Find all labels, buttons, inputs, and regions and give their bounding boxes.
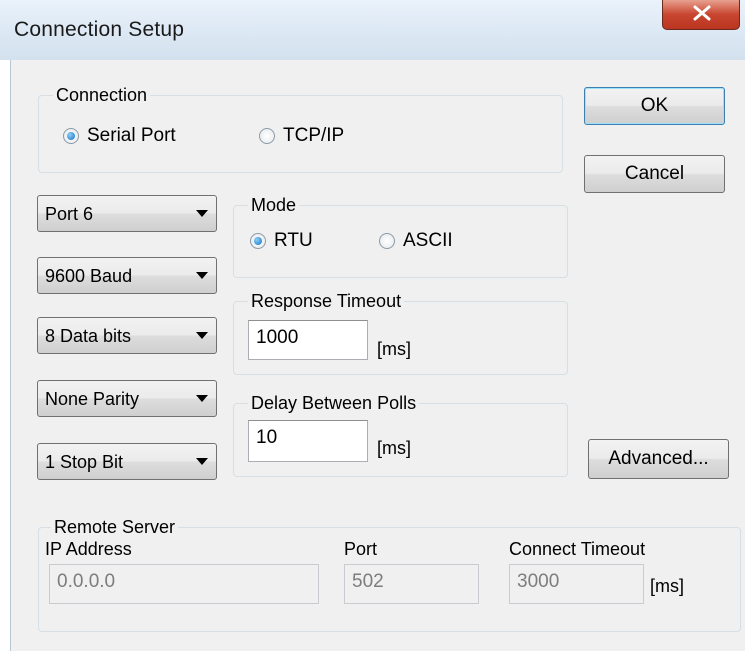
rtu-radio-indicator (250, 233, 266, 249)
serial-port-radio[interactable]: Serial Port (63, 125, 176, 147)
title-bar: Connection Setup (0, 0, 745, 60)
chevron-down-icon (196, 395, 208, 402)
tcp-ip-radio-indicator (259, 128, 275, 144)
ascii-radio-indicator (379, 233, 395, 249)
connect-timeout-label: Connect Timeout (509, 539, 646, 559)
serial-port-label: Serial Port (87, 125, 176, 146)
port-select[interactable]: Port 6 (37, 195, 217, 232)
delay-between-polls-group: Delay Between Polls 10 [ms] (233, 393, 568, 477)
rtu-label: RTU (274, 230, 313, 251)
ascii-radio[interactable]: ASCII (379, 230, 453, 252)
response-timeout-legend: Response Timeout (248, 291, 405, 311)
chevron-down-icon (196, 332, 208, 339)
response-timeout-unit: [ms] (377, 339, 411, 359)
stop-bits-select[interactable]: 1 Stop Bit (37, 443, 217, 480)
mode-group: Mode RTU ASCII (233, 195, 568, 278)
baud-select-value: 9600 Baud (45, 266, 133, 286)
data-bits-select-value: 8 Data bits (45, 326, 132, 346)
baud-select[interactable]: 9600 Baud (37, 257, 217, 294)
dialog-body: Connection Serial Port TCP/IP OK Cancel … (10, 60, 745, 651)
ip-address-input[interactable]: 0.0.0.0 (49, 564, 319, 604)
tcp-ip-radio[interactable]: TCP/IP (259, 125, 344, 147)
response-timeout-input[interactable]: 1000 (248, 320, 368, 360)
response-timeout-group: Response Timeout 1000 [ms] (233, 291, 568, 375)
cancel-button[interactable]: Cancel (584, 155, 725, 193)
close-button[interactable] (662, 0, 740, 30)
stop-bits-select-value: 1 Stop Bit (45, 452, 124, 472)
remote-port-label: Port (344, 539, 378, 559)
remote-port-input[interactable]: 502 (344, 564, 479, 604)
advanced-button[interactable]: Advanced... (588, 439, 729, 479)
ip-address-label: IP Address (45, 539, 132, 559)
parity-select-value: None Parity (45, 389, 140, 409)
connection-legend: Connection (53, 85, 151, 105)
delay-between-polls-input[interactable]: 10 (248, 420, 368, 462)
parity-select[interactable]: None Parity (37, 380, 217, 417)
chevron-down-icon (196, 272, 208, 279)
ascii-label: ASCII (403, 230, 453, 251)
ok-button[interactable]: OK (584, 87, 725, 125)
close-icon (693, 5, 711, 21)
data-bits-select[interactable]: 8 Data bits (37, 317, 217, 354)
rtu-radio[interactable]: RTU (250, 230, 313, 252)
port-select-value: Port 6 (45, 204, 94, 224)
chevron-down-icon (196, 210, 208, 217)
delay-between-polls-legend: Delay Between Polls (248, 393, 420, 413)
mode-legend: Mode (248, 195, 300, 215)
remote-server-group: Remote Server IP Address 0.0.0.0 Port 50… (38, 517, 741, 632)
remote-server-legend: Remote Server (51, 517, 179, 537)
chevron-down-icon (196, 458, 208, 465)
connect-timeout-input[interactable]: 3000 (509, 564, 644, 604)
connect-timeout-unit: [ms] (650, 576, 684, 596)
window-title: Connection Setup (14, 18, 185, 41)
serial-port-radio-indicator (63, 128, 79, 144)
connection-group: Connection Serial Port TCP/IP (38, 85, 563, 173)
tcp-ip-label: TCP/IP (283, 125, 345, 146)
delay-between-polls-unit: [ms] (377, 438, 411, 458)
